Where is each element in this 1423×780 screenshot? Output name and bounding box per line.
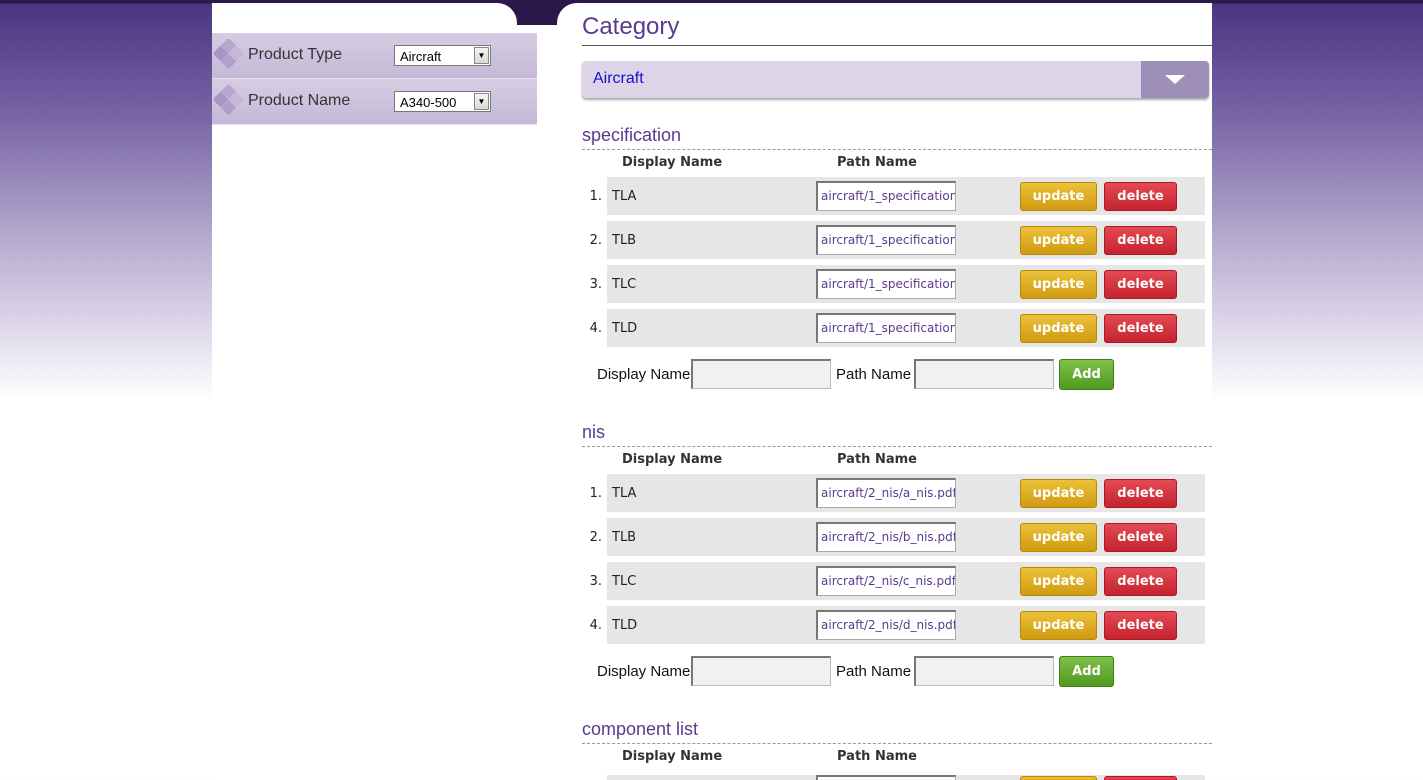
section-title: component list	[582, 719, 699, 739]
page-title: Category	[582, 13, 680, 40]
delete-button[interactable]: delete	[1104, 314, 1177, 343]
delete-button[interactable]: delete	[1104, 226, 1177, 255]
delete-button[interactable]: delete	[1104, 182, 1177, 211]
path-input[interactable]: aircraft/1_specification	[816, 313, 956, 343]
add-display-name-input[interactable]	[691, 359, 831, 389]
filter-row-product-type: Product Type Aircraft ▼	[212, 33, 537, 79]
delete-button[interactable]: delete	[1104, 567, 1177, 596]
add-display-name-input[interactable]	[691, 656, 831, 686]
add-button[interactable]: Add	[1059, 359, 1114, 390]
delete-button[interactable]: delete	[1104, 270, 1177, 299]
path-input[interactable]: aircraft/2_nis/c_nis.pdf	[816, 566, 956, 596]
row-display-name: TLC	[612, 277, 637, 292]
update-button[interactable]: update	[1020, 226, 1097, 255]
product-name-select[interactable]: A340-500 ▼	[394, 91, 491, 112]
path-input[interactable]: aircraft/1_specification	[816, 225, 956, 255]
row-number: 3.	[589, 277, 602, 292]
add-path-name-label: Path Name	[836, 366, 912, 383]
delete-button[interactable]: delete	[1104, 523, 1177, 552]
path-input[interactable]: aircraft/1_specification	[816, 181, 956, 211]
column-header-path-name: Path Name	[837, 749, 917, 764]
add-path-name-label: Path Name	[836, 663, 912, 680]
filter-row-product-name: Product Name A340-500 ▼	[212, 79, 537, 125]
add-form: Display Name Path Name Add	[582, 359, 1212, 391]
column-header-display-name: Display Name	[622, 155, 723, 170]
product-name-value: A340-500	[400, 95, 457, 110]
row-display-name: TLA	[612, 189, 637, 204]
diamond-bullet-icon	[214, 39, 244, 69]
table-row: 3. TLC aircraft/1_specification update d…	[582, 265, 1205, 303]
update-button[interactable]: update	[1020, 567, 1097, 596]
filter-panel: Product Type Aircraft ▼ Product Name A34…	[212, 33, 537, 125]
path-input[interactable]	[816, 775, 956, 780]
row-display-name: TLD	[612, 618, 638, 633]
delete-button[interactable]: delete	[1104, 611, 1177, 640]
row-display-name: TLA	[612, 486, 637, 501]
column-header-path-name: Path Name	[837, 452, 917, 467]
path-input[interactable]: aircraft/2_nis/b_nis.pdf	[816, 522, 956, 552]
product-type-value: Aircraft	[400, 49, 442, 64]
row-display-name: TLB	[612, 530, 637, 545]
section-title: nis	[582, 422, 606, 442]
path-input[interactable]: aircraft/1_specification	[816, 269, 956, 299]
row-number: 1.	[589, 189, 602, 204]
table-row: 4. TLD aircraft/1_specification update d…	[582, 309, 1205, 347]
row-number: 2.	[589, 233, 602, 248]
product-type-label: Product Type	[248, 46, 342, 63]
table-row: 1. TLA aircraft/2_nis/a_nis.pdf update d…	[582, 474, 1205, 512]
delete-button[interactable]: delete	[1104, 479, 1177, 508]
path-input[interactable]: aircraft/2_nis/d_nis.pdf	[816, 610, 956, 640]
row-number: 4.	[589, 321, 602, 336]
row-display-name: TLB	[612, 233, 637, 248]
section-divider	[582, 743, 1212, 744]
row-number: 2.	[589, 530, 602, 545]
chevron-down-icon[interactable]: ▼	[474, 93, 489, 110]
column-header-path-name: Path Name	[837, 155, 917, 170]
row-number: 3.	[589, 574, 602, 589]
add-display-name-label: Display Name	[597, 366, 691, 383]
title-divider	[582, 45, 1212, 46]
table-row	[582, 775, 1205, 780]
update-button[interactable]: update	[1020, 314, 1097, 343]
chevron-down-icon[interactable]	[1141, 61, 1209, 98]
table-row: 4. TLD aircraft/2_nis/d_nis.pdf update d…	[582, 606, 1205, 644]
category-value: Aircraft	[593, 70, 644, 87]
table-row: 1. TLA aircraft/1_specification update d…	[582, 177, 1205, 215]
update-button[interactable]: update	[1020, 479, 1097, 508]
row-display-name: TLD	[612, 321, 638, 336]
diamond-bullet-icon	[214, 85, 244, 115]
section-title: specification	[582, 125, 682, 145]
delete-button[interactable]	[1104, 776, 1177, 780]
update-button[interactable]	[1020, 776, 1097, 780]
category-select[interactable]: Aircraft	[582, 61, 1209, 98]
product-type-select[interactable]: Aircraft ▼	[394, 45, 491, 66]
row-number: 4.	[589, 618, 602, 633]
column-header-display-name: Display Name	[622, 749, 723, 764]
add-path-name-input[interactable]	[914, 656, 1054, 686]
table-row: 3. TLC aircraft/2_nis/c_nis.pdf update d…	[582, 562, 1205, 600]
add-display-name-label: Display Name	[597, 663, 691, 680]
section-divider	[582, 446, 1212, 447]
product-name-label: Product Name	[248, 92, 351, 109]
add-button[interactable]: Add	[1059, 656, 1114, 687]
update-button[interactable]: update	[1020, 270, 1097, 299]
chevron-down-icon[interactable]: ▼	[474, 47, 489, 64]
table-row: 2. TLB aircraft/2_nis/b_nis.pdf update d…	[582, 518, 1205, 556]
section-divider	[582, 149, 1212, 150]
update-button[interactable]: update	[1020, 611, 1097, 640]
row-display-name: TLC	[612, 574, 637, 589]
row-number: 1.	[589, 486, 602, 501]
column-header-display-name: Display Name	[622, 452, 723, 467]
add-form: Display Name Path Name Add	[582, 656, 1212, 688]
path-input[interactable]: aircraft/2_nis/a_nis.pdf	[816, 478, 956, 508]
table-row: 2. TLB aircraft/1_specification update d…	[582, 221, 1205, 259]
update-button[interactable]: update	[1020, 182, 1097, 211]
add-path-name-input[interactable]	[914, 359, 1054, 389]
update-button[interactable]: update	[1020, 523, 1097, 552]
